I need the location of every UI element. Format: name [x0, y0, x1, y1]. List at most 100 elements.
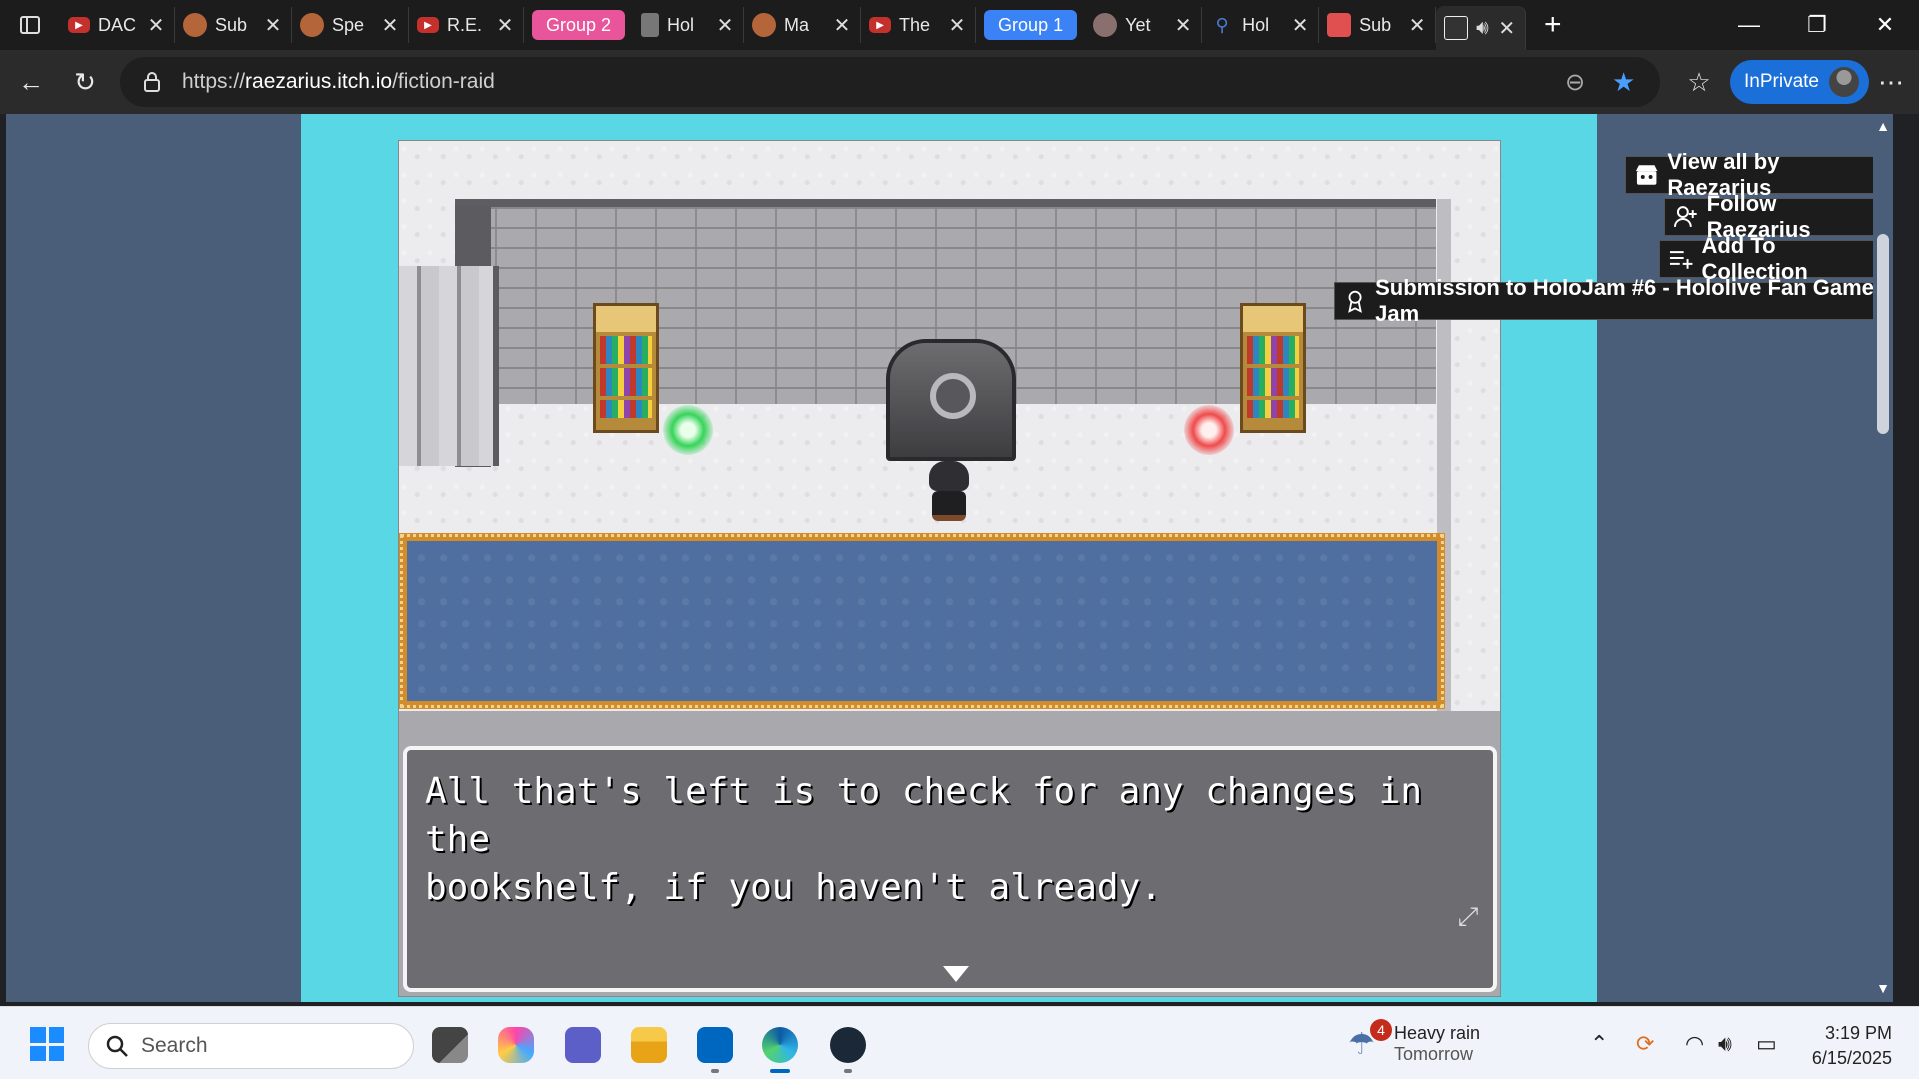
refresh-icon: ↻ — [74, 66, 96, 97]
weather-when: Tomorrow — [1394, 1044, 1474, 1064]
lock-icon — [144, 72, 160, 92]
tab-title: R.E. — [447, 14, 483, 35]
weather-widget[interactable]: ☂ 4 Heavy rain Tomorrow — [1348, 1019, 1480, 1065]
itch-icon — [1327, 13, 1352, 37]
zoom-out-icon[interactable]: ⊖ — [1565, 68, 1585, 97]
browser-tab[interactable]: Hol ✕ — [633, 7, 745, 43]
close-tab-icon[interactable]: ✕ — [1173, 13, 1193, 38]
scroll-up-arrow-icon[interactable]: ▲ — [1876, 118, 1890, 134]
refresh-button[interactable]: ↻ — [58, 55, 112, 109]
youtube-icon: ▶ — [869, 17, 892, 33]
fullscreen-icon[interactable]: ⤢ — [1450, 899, 1486, 935]
teams-icon[interactable] — [565, 1027, 601, 1063]
close-tab-icon[interactable]: ✕ — [832, 13, 852, 38]
tab-title: Sub — [1359, 14, 1392, 35]
clock-time: 3:19 PM — [1824, 1023, 1892, 1043]
close-tab-icon[interactable]: ✕ — [1407, 13, 1427, 38]
add-list-icon — [1669, 251, 1693, 269]
taskbar-search-box[interactable]: Search — [88, 1023, 414, 1069]
wifi-icon[interactable]: ◠ — [1685, 1031, 1704, 1057]
dialog-box[interactable]: All that's left is to check for any chan… — [403, 746, 1497, 992]
green-portal-orb — [663, 405, 713, 455]
browser-tab[interactable]: ▶ DAC ✕ — [60, 7, 175, 43]
tab-actions-button[interactable] — [0, 0, 60, 50]
close-tab-icon[interactable]: ✕ — [380, 13, 400, 38]
settings-more-button[interactable]: ⋯ — [1864, 55, 1918, 109]
back-button[interactable]: ← — [4, 55, 58, 109]
browser-tab[interactable]: Sub ✕ — [175, 7, 292, 43]
character-avatar-icon — [300, 13, 324, 37]
back-arrow-icon: ← — [18, 66, 44, 97]
browser-toolbar: ← ↻ https://raezarius.itch.io/fiction-ra… — [0, 50, 1919, 114]
close-window-button[interactable]: ✕ — [1851, 0, 1919, 50]
stone-pillars — [399, 266, 499, 466]
game-canvas[interactable]: All that's left is to check for any chan… — [398, 140, 1501, 997]
browser-tab[interactable]: ▶ R.E. ✕ — [409, 7, 524, 43]
continue-arrow-icon — [943, 966, 969, 982]
scroll-down-arrow-icon[interactable]: ▼ — [1876, 980, 1890, 996]
view-all-by-author-button[interactable]: View all by Raezarius — [1625, 149, 1893, 200]
tab-title: DAC — [98, 14, 137, 35]
tab-title: Sub — [215, 14, 248, 35]
task-view-icon[interactable] — [432, 1027, 468, 1063]
browser-tab[interactable]: ▶ The ✕ — [861, 7, 977, 43]
tab-title: Ma — [784, 14, 810, 35]
inprivate-button[interactable]: InPrivate — [1730, 60, 1869, 104]
show-hidden-icons-chevron-icon[interactable]: ⌃ — [1590, 1031, 1608, 1057]
tab-title: Hol — [667, 14, 695, 35]
volume-icon[interactable]: 🔊︎ — [1718, 1031, 1732, 1057]
close-tab-icon[interactable]: ✕ — [495, 13, 515, 38]
address-bar[interactable]: https://raezarius.itch.io/fiction-raid ⊖… — [120, 57, 1660, 107]
tab-title: Yet — [1125, 14, 1151, 35]
file-explorer-icon[interactable] — [631, 1027, 667, 1063]
dialog-text: All that's left is to check for any chan… — [425, 768, 1475, 912]
edge-browser-icon[interactable] — [762, 1027, 798, 1073]
tab-group-chip[interactable]: Group 2 — [532, 10, 626, 40]
browser-tab-active[interactable]: 🔊︎ ✕ — [1436, 6, 1526, 50]
windows-start-button[interactable] — [30, 1027, 64, 1061]
browser-tab[interactable]: Sub ✕ — [1319, 7, 1437, 43]
more-icon: ⋯ — [1878, 66, 1904, 97]
new-tab-button[interactable]: + — [1526, 0, 1580, 50]
copilot-icon[interactable] — [498, 1027, 534, 1063]
close-tab-icon[interactable]: ✕ — [146, 13, 166, 38]
battery-icon[interactable]: ▭ — [1756, 1031, 1777, 1057]
microsoft-store-icon[interactable] — [697, 1027, 733, 1073]
steam-icon[interactable] — [830, 1027, 866, 1073]
add-to-collection-button[interactable]: Add To Collection — [1659, 233, 1893, 284]
dialog-line: All that's left is to check for any chan… — [425, 771, 1422, 860]
favorites-button[interactable]: ☆ — [1672, 55, 1726, 109]
jam-submission-link[interactable]: Submission to HoloJam #6 - Hololive Fan … — [1334, 275, 1893, 326]
follow-author-button[interactable]: Follow Raezarius — [1664, 191, 1893, 242]
close-tab-icon[interactable]: ✕ — [1497, 16, 1517, 41]
blue-carpet — [399, 533, 1445, 709]
character-avatar-icon — [183, 13, 207, 37]
close-tab-icon[interactable]: ✕ — [1290, 13, 1310, 38]
tab-group-chip[interactable]: Group 1 — [984, 10, 1078, 40]
character-avatar-icon — [1093, 13, 1118, 37]
system-clock[interactable]: 3:19 PM 6/15/2025 — [1806, 1021, 1892, 1071]
close-tab-icon[interactable]: ✕ — [715, 13, 735, 38]
browser-tab[interactable]: Spe ✕ — [292, 7, 409, 43]
close-tab-icon[interactable]: ✕ — [947, 13, 967, 38]
minimize-button[interactable]: — — [1715, 0, 1783, 50]
profile-avatar-icon — [1828, 67, 1859, 97]
favorite-star-icon[interactable]: ★ — [1612, 67, 1635, 98]
browser-tab[interactable]: Yet ✕ — [1085, 7, 1203, 43]
browser-tab[interactable]: Ma ✕ — [744, 7, 862, 43]
scrollbar-thumb[interactable] — [1877, 234, 1889, 434]
browser-tab[interactable]: ⚲ Hol ✕ — [1202, 7, 1320, 43]
restore-button[interactable]: ❐ — [1783, 0, 1851, 50]
url-path: /fiction-raid — [392, 70, 495, 93]
search-placeholder: Search — [141, 1034, 208, 1057]
follow-user-icon — [1673, 206, 1697, 227]
audio-playing-icon[interactable]: 🔊︎ — [1476, 17, 1489, 40]
tab-title: The — [899, 14, 931, 35]
character-avatar-icon — [752, 13, 777, 37]
red-portal-orb — [1184, 405, 1234, 455]
page-scrollbar[interactable]: ▲ ▼ — [1873, 114, 1893, 1002]
weather-notification-badge: 4 — [1370, 1019, 1392, 1041]
sync-update-icon[interactable]: ⟳ — [1636, 1031, 1654, 1057]
book-icon — [641, 13, 660, 37]
close-tab-icon[interactable]: ✕ — [263, 13, 283, 38]
